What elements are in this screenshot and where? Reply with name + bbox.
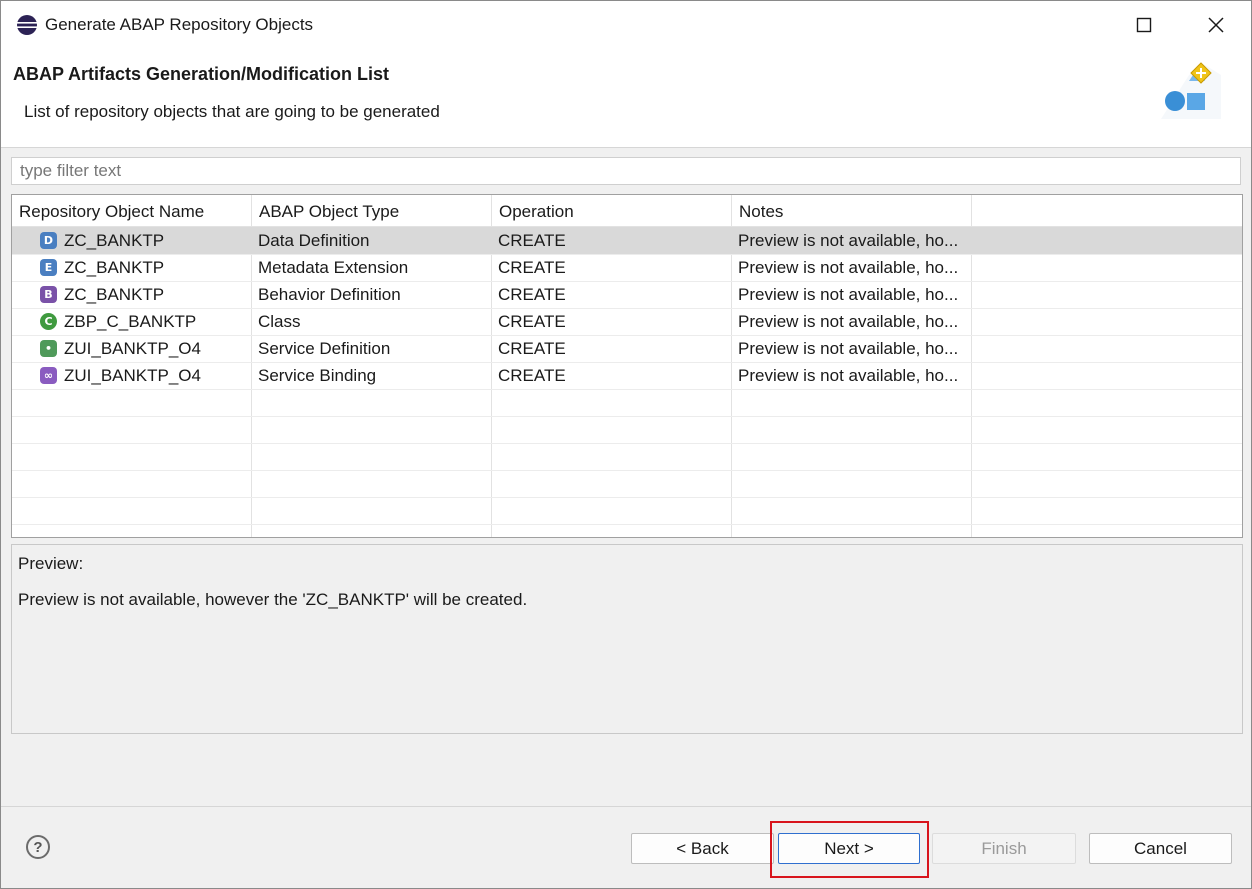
notes: Preview is not available, ho... [738,339,959,358]
empty-row [12,389,1242,417]
preview-label: Preview: [18,554,84,573]
metadata-extension-icon: E [40,259,57,276]
empty-row [12,416,1242,444]
help-icon[interactable]: ? [26,835,50,859]
filter-input[interactable] [11,157,1241,185]
wizard-header: ABAP Artifacts Generation/Modification L… [1,49,1251,148]
notes: Preview is not available, ho... [738,285,959,304]
title-bar: Generate ABAP Repository Objects [1,1,1251,49]
repository-objects-icon [1161,62,1221,119]
object-name: ZC_BANKTP [64,285,165,304]
column-header-name[interactable]: Repository Object Name [19,202,204,222]
data-definition-icon: D [40,232,57,249]
table-header: Repository Object Name ABAP Object Type … [12,195,1242,227]
operation: CREATE [498,231,566,250]
empty-row [12,470,1242,498]
behavior-definition-icon: B [40,286,57,303]
notes: Preview is not available, ho... [738,366,959,385]
table-row[interactable]: B ZC_BANKTP Behavior Definition CREATE P… [12,281,1242,309]
close-button[interactable] [1193,1,1239,49]
object-type: Class [258,312,301,331]
table-row[interactable]: C ZBP_C_BANKTP Class CREATE Preview is n… [12,308,1242,336]
service-definition-icon: • [40,340,57,357]
object-name: ZC_BANKTP [64,258,165,277]
object-name: ZBP_C_BANKTP [64,312,197,331]
notes: Preview is not available, ho... [738,258,959,277]
close-icon [1208,17,1224,33]
object-name: ZC_BANKTP [64,231,165,250]
preview-panel: Preview: Preview is not available, howev… [11,544,1243,734]
notes: Preview is not available, ho... [738,231,959,250]
object-type: Service Binding [258,366,377,385]
finish-button[interactable]: Finish [932,833,1076,864]
back-button[interactable]: < Back [631,833,774,864]
next-button[interactable]: Next > [778,833,920,864]
operation: CREATE [498,366,566,385]
service-binding-icon: ∞ [40,367,57,384]
wizard-window: Generate ABAP Repository Objects ABAP Ar… [0,0,1252,889]
empty-row [12,497,1242,525]
object-type: Data Definition [258,231,370,250]
page-title: ABAP Artifacts Generation/Modification L… [13,64,390,84]
object-name: ZUI_BANKTP_O4 [64,366,201,385]
class-icon: C [40,313,57,330]
notes: Preview is not available, ho... [738,312,959,331]
table-row[interactable]: D ZC_BANKTP Data Definition CREATE Previ… [12,227,1242,255]
eclipse-icon [17,15,37,35]
object-type: Behavior Definition [258,285,401,304]
object-type: Service Definition [258,339,391,358]
empty-row [12,443,1242,471]
column-header-type[interactable]: ABAP Object Type [259,202,399,222]
operation: CREATE [498,312,566,331]
column-header-operation[interactable]: Operation [499,202,574,222]
window-title: Generate ABAP Repository Objects [45,15,314,34]
cancel-button[interactable]: Cancel [1089,833,1232,864]
table-row[interactable]: E ZC_BANKTP Metadata Extension CREATE Pr… [12,254,1242,282]
object-name: ZUI_BANKTP_O4 [64,339,201,358]
preview-text: Preview is not available, however the 'Z… [18,590,528,609]
operation: CREATE [498,258,566,277]
minimize-button[interactable] [1051,1,1097,49]
operation: CREATE [498,285,566,304]
column-header-notes[interactable]: Notes [739,202,783,222]
table-row[interactable]: • ZUI_BANKTP_O4 Service Definition CREAT… [12,335,1242,363]
object-type: Metadata Extension [258,258,409,277]
objects-table: Repository Object Name ABAP Object Type … [11,194,1243,538]
maximize-button[interactable] [1121,1,1167,49]
footer-divider [1,806,1251,807]
maximize-icon [1136,17,1152,33]
table-row[interactable]: ∞ ZUI_BANKTP_O4 Service Binding CREATE P… [12,362,1242,390]
page-description: List of repository objects that are goin… [24,102,440,121]
operation: CREATE [498,339,566,358]
